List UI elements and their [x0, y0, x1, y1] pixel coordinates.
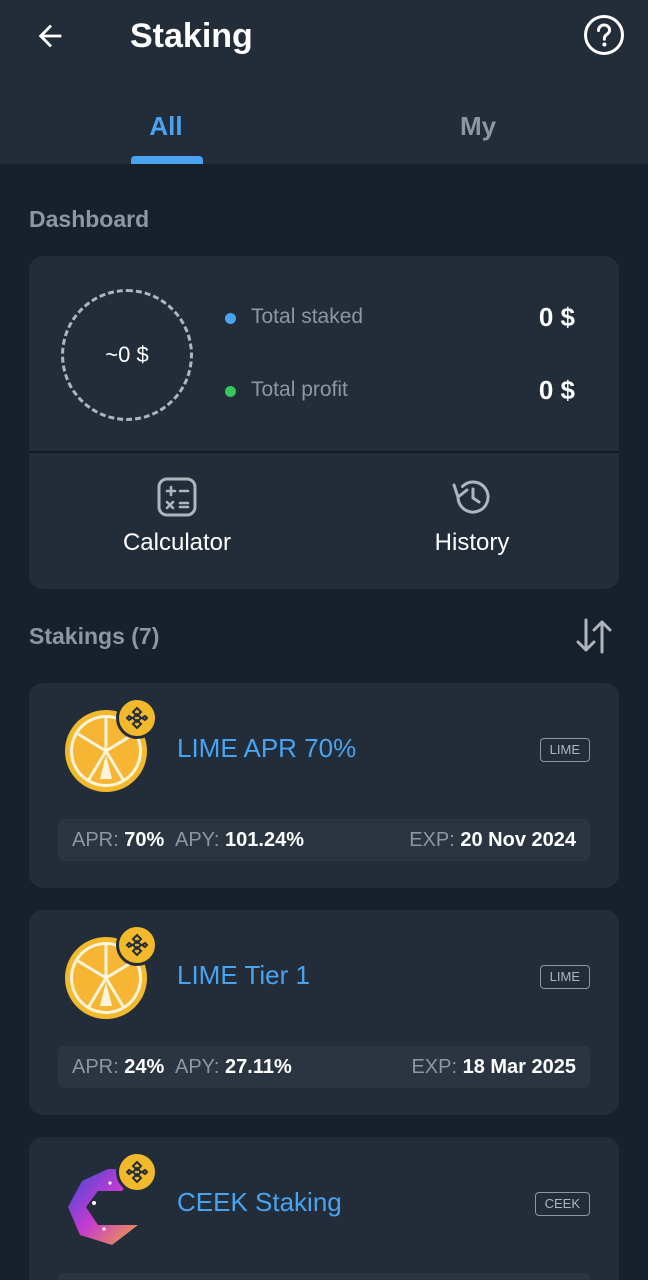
- apr-key: APR:: [72, 829, 119, 851]
- exp-value: 18 Mar 2025: [462, 1056, 576, 1078]
- ticker-badge: LIME: [539, 965, 590, 989]
- bnb-chain-badge: [116, 697, 158, 739]
- staking-stats: APR: 70% APY: 101.24% EXP: 20 Nov 2024: [58, 819, 590, 861]
- apy-value: 27.11%: [225, 1056, 292, 1078]
- total-ring-chart: ~0 $: [61, 289, 193, 421]
- profit-dot: [225, 386, 236, 397]
- back-button[interactable]: [28, 14, 72, 58]
- history-label: History: [434, 529, 510, 556]
- ring-total-value: ~0 $: [105, 342, 149, 367]
- bnb-icon: [125, 1160, 149, 1184]
- calculator-icon: [157, 477, 197, 517]
- apy-key: APY:: [175, 1056, 220, 1078]
- exp-key: EXP:: [411, 1056, 458, 1078]
- staking-name: LIME APR 70%: [177, 733, 357, 763]
- ticker-badge: LIME: [539, 738, 590, 762]
- exp-key: EXP:: [409, 829, 455, 851]
- history-icon: [452, 480, 490, 514]
- page-title: Staking: [130, 17, 253, 55]
- help-icon: [584, 15, 624, 55]
- tab-all[interactable]: All: [110, 104, 222, 148]
- staking-name: CEEK Staking: [177, 1187, 342, 1217]
- total-profit-value: 0 $: [538, 375, 575, 405]
- help-button[interactable]: [582, 13, 626, 57]
- staking-stats: [58, 1273, 590, 1280]
- exp-value: 20 Nov 2024: [460, 829, 576, 851]
- total-profit-label: Total profit: [251, 378, 348, 401]
- bnb-icon: [125, 933, 149, 957]
- total-staked-label: Total staked: [251, 305, 364, 328]
- bnb-chain-badge: [116, 1151, 158, 1193]
- apr-value: 24%: [124, 1056, 165, 1078]
- apr-value: 70%: [124, 829, 165, 851]
- staked-dot: [225, 313, 236, 324]
- active-tab-indicator: [131, 156, 203, 164]
- sort-arrows-icon: [576, 618, 612, 654]
- arrow-left-icon: [38, 24, 62, 48]
- apy-key: APY:: [175, 829, 220, 851]
- dashboard-card: ~0 $ Total staked 0 $ Total profit 0 $ C…: [29, 256, 619, 589]
- stakings-section-label: Stakings (7): [29, 623, 160, 649]
- ticker-badge: CEEK: [534, 1192, 590, 1216]
- total-staked-value: 0 $: [538, 302, 575, 332]
- staking-card[interactable]: LIME Tier 1 LIME APR: 24% APY: 27.11% EX…: [29, 910, 619, 1115]
- bnb-chain-badge: [116, 924, 158, 966]
- apr-key: APR:: [72, 1056, 119, 1078]
- bnb-icon: [125, 706, 149, 730]
- dashboard-section-label: Dashboard: [29, 206, 150, 232]
- calculator-label: Calculator: [122, 529, 232, 556]
- top-app-bar: Staking All My: [0, 0, 648, 164]
- staking-card[interactable]: LIME APR 70% LIME APR: 70% APY: 101.24% …: [29, 683, 619, 888]
- apy-value: 101.24%: [225, 829, 305, 851]
- sort-button[interactable]: [572, 616, 616, 656]
- staking-card[interactable]: CEEK Staking CEEK: [29, 1137, 619, 1280]
- staking-name: LIME Tier 1: [177, 960, 310, 990]
- calculator-button[interactable]: Calculator: [77, 476, 277, 557]
- dashboard-divider: [29, 451, 619, 453]
- history-button[interactable]: History: [372, 476, 572, 557]
- tab-my[interactable]: My: [420, 104, 536, 148]
- staking-stats: APR: 24% APY: 27.11% EXP: 18 Mar 2025: [58, 1046, 590, 1088]
